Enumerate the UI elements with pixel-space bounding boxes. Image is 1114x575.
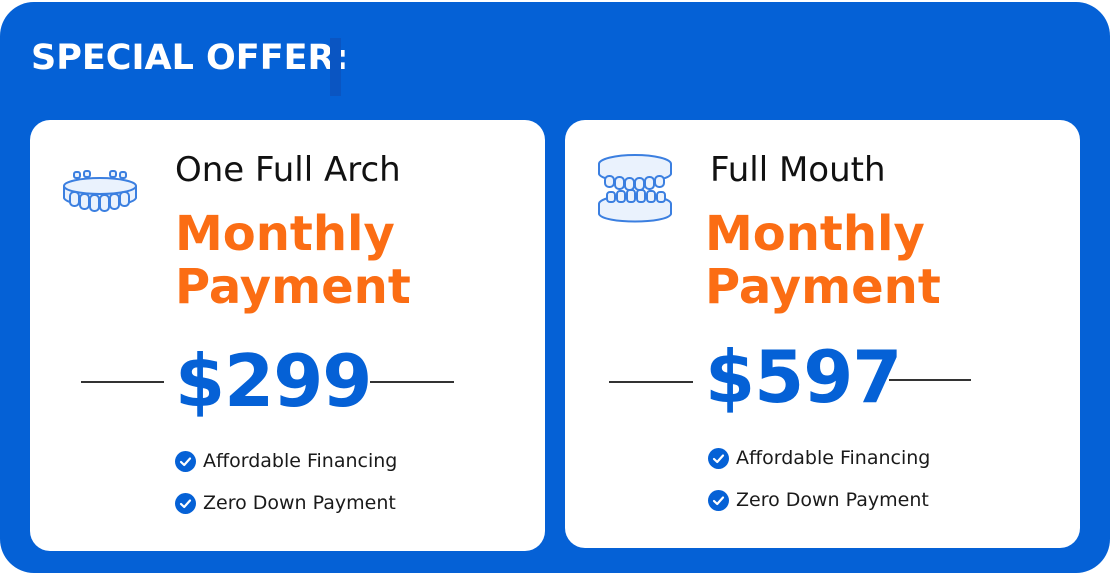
check-circle-icon bbox=[175, 450, 196, 472]
feature-label: Zero Down Payment bbox=[203, 492, 396, 514]
plan-price: $597 bbox=[705, 335, 902, 419]
plan-name: Full Mouth bbox=[710, 150, 886, 190]
payment-title-line1: Monthly bbox=[705, 206, 925, 262]
price-rule-right bbox=[889, 379, 971, 381]
full-mouth-teeth-icon bbox=[598, 154, 672, 223]
payment-title-line2: Payment bbox=[705, 259, 941, 315]
feature-item: Affordable Financing bbox=[175, 440, 397, 482]
feature-list: Affordable Financing Zero Down Payment bbox=[175, 440, 397, 524]
feature-label: Affordable Financing bbox=[203, 450, 398, 472]
feature-list: Affordable Financing Zero Down Payment bbox=[708, 437, 930, 521]
feature-item: Zero Down Payment bbox=[708, 479, 930, 521]
price-rule-right bbox=[370, 381, 454, 383]
headline-divider bbox=[330, 38, 341, 96]
payment-title-line2: Payment bbox=[175, 259, 411, 315]
check-circle-icon bbox=[708, 489, 729, 511]
feature-item: Zero Down Payment bbox=[175, 482, 397, 524]
price-rule-left bbox=[81, 381, 164, 383]
single-arch-teeth-icon bbox=[63, 170, 137, 212]
check-circle-icon bbox=[175, 492, 196, 514]
plan-price: $299 bbox=[175, 339, 372, 423]
price-rule-left bbox=[609, 381, 693, 383]
feature-label: Zero Down Payment bbox=[736, 489, 929, 511]
plan-card-full-mouth[interactable]: Full Mouth Monthly Payment $597 Affordab… bbox=[565, 120, 1080, 548]
check-circle-icon bbox=[708, 447, 729, 469]
plan-name: One Full Arch bbox=[175, 150, 401, 190]
special-offer-banner: SPECIAL OFFER: One Full Arch Monthly Pay… bbox=[0, 2, 1110, 573]
feature-item: Affordable Financing bbox=[708, 437, 930, 479]
plan-card-one-full-arch[interactable]: One Full Arch Monthly Payment $299 Affor… bbox=[30, 120, 545, 551]
feature-label: Affordable Financing bbox=[736, 447, 931, 469]
banner-headline: SPECIAL OFFER: bbox=[31, 38, 349, 78]
payment-title-line1: Monthly bbox=[175, 206, 395, 262]
